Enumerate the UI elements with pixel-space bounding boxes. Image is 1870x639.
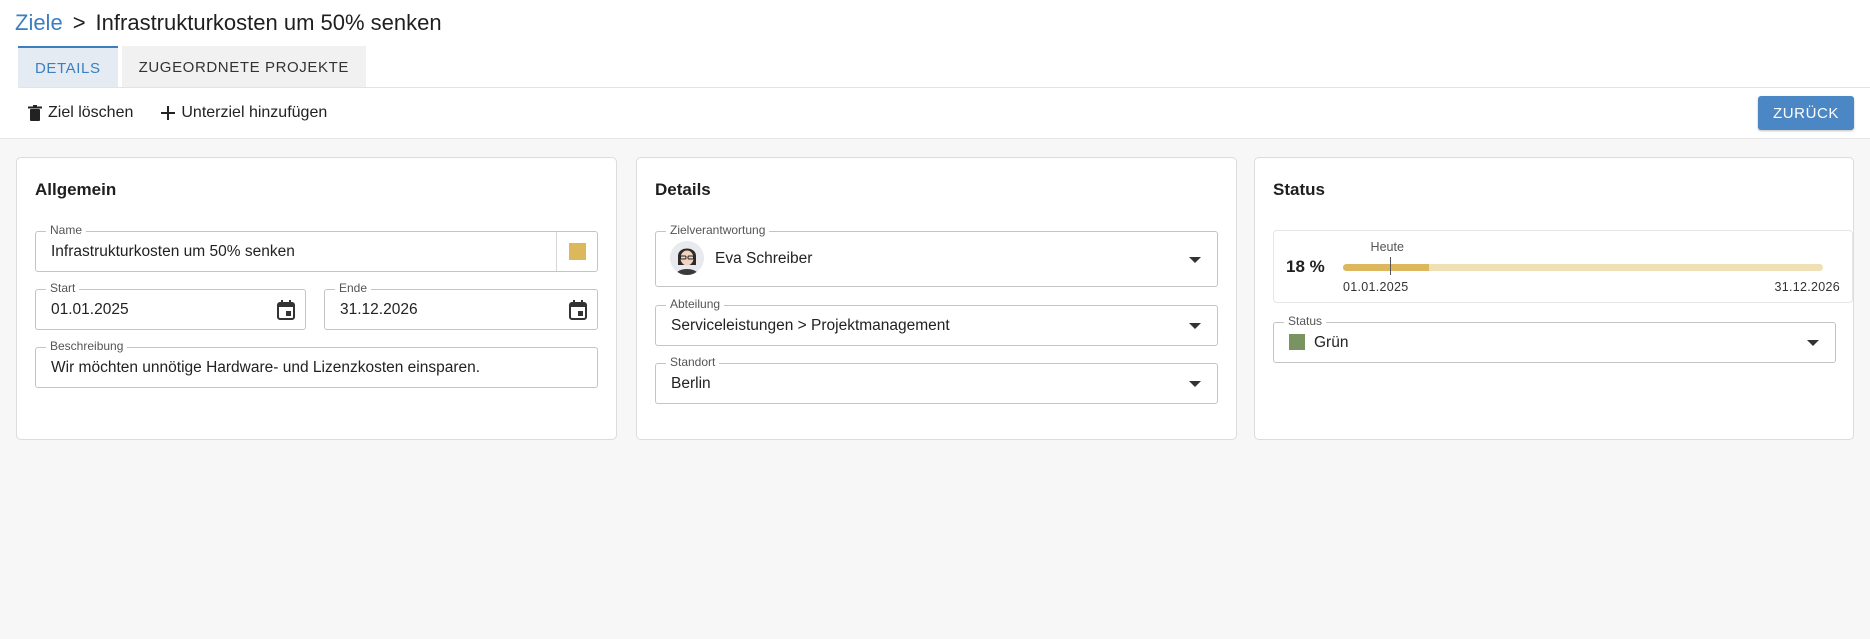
description-value: Wir möchten unnötige Hardware- und Lizen… [51,359,481,376]
location-value: Berlin [671,375,711,392]
add-subgoal-button[interactable]: Unterziel hinzufügen [161,104,327,122]
calendar-icon[interactable] [569,300,587,320]
caret-down-icon [1189,257,1201,263]
toolbar-divider [0,138,1870,139]
location-label: Standort [666,355,720,369]
delete-goal-label: Ziel löschen [48,104,134,121]
name-field-label: Name [46,223,87,237]
department-value: Serviceleistungen > Projektmanagement [671,317,950,334]
tab-bar: DETAILS ZUGEORDNETE PROJEKTE [18,46,366,88]
owner-value: Eva Schreiber [715,250,813,267]
end-date-value: 31.12.2026 [340,301,418,318]
status-card-title: Status [1273,180,1325,199]
page-title: Infrastrukturkosten um 50% senken [95,10,442,35]
description-field[interactable]: Beschreibung Wir möchten unnötige Hardwa… [35,339,598,388]
owner-label: Zielverantwortung [666,223,770,237]
start-date-label: Start [46,281,80,295]
name-field-value: Infrastrukturkosten um 50% senken [51,243,295,260]
toolbar: Ziel löschen Unterziel hinzufügen ZURÜCK [18,88,1870,138]
details-card-title: Details [655,180,711,199]
name-field[interactable]: Name Infrastrukturkosten um 50% senken [35,223,598,272]
color-picker[interactable] [556,232,597,271]
progress-panel: 18 % Heute 01.01.2025 31.12.2026 [1273,230,1853,303]
tab-details[interactable]: DETAILS [18,46,118,88]
details-card: Details Zielverantwortung Eva Schreiber … [636,157,1237,440]
progress-bar [1343,264,1823,271]
today-label: Heute [1370,240,1404,254]
progress-percent: 18 % [1286,257,1325,276]
color-swatch [569,243,586,260]
user-avatar-icon [670,241,704,275]
trash-icon [28,105,42,121]
department-label: Abteilung [666,297,725,311]
header-area: Ziele > Infrastrukturkosten um 50% senke… [0,0,1870,138]
breadcrumb-separator: > [72,10,86,35]
back-button[interactable]: ZURÜCK [1758,96,1854,130]
end-date-field[interactable]: Ende 31.12.2026 [324,281,598,330]
status-value: Grün [1314,334,1349,351]
range-end-date: 31.12.2026 [1774,280,1840,294]
avatar [670,241,704,275]
caret-down-icon [1189,323,1201,329]
status-card: Status 18 % Heute 01.01.2025 31.12.2026 … [1254,157,1854,440]
today-marker [1389,257,1391,275]
status-select[interactable]: Status Grün [1273,314,1836,363]
breadcrumb: Ziele > Infrastrukturkosten um 50% senke… [15,10,442,36]
delete-goal-button[interactable]: Ziel löschen [28,104,133,122]
location-select[interactable]: Standort Berlin [655,355,1218,404]
end-date-label: Ende [335,281,372,295]
range-start-date: 01.01.2025 [1343,280,1409,294]
plus-icon [161,106,176,120]
start-date-field[interactable]: Start 01.01.2025 [35,281,306,330]
breadcrumb-link-ziele[interactable]: Ziele [15,10,63,36]
general-card-title: Allgemein [35,180,117,199]
owner-select[interactable]: Zielverantwortung Eva Schreiber [655,223,1218,287]
progress-bar-fill [1343,264,1430,271]
caret-down-icon [1189,381,1201,387]
status-label: Status [1284,314,1327,328]
status-color-indicator [1289,334,1305,350]
calendar-icon[interactable] [277,300,295,320]
tab-assigned-projects[interactable]: ZUGEORDNETE PROJEKTE [121,46,366,88]
description-label: Beschreibung [46,339,128,353]
caret-down-icon [1807,340,1819,346]
department-select[interactable]: Abteilung Serviceleistungen > Projektman… [655,297,1218,346]
general-card: Allgemein Name Infrastrukturkosten um 50… [16,157,617,440]
start-date-value: 01.01.2025 [51,301,129,318]
add-subgoal-label: Unterziel hinzufügen [181,104,328,121]
